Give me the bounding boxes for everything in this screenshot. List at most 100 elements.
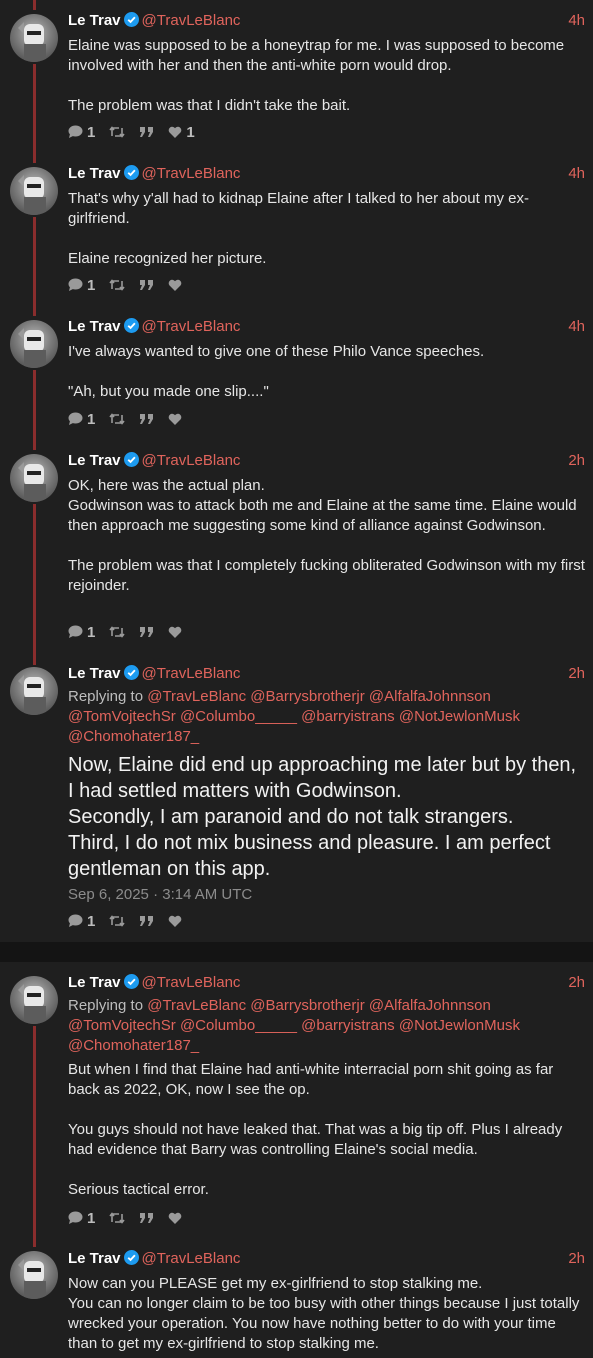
post[interactable]: Le Trav @TravLeBlanc 4h I've always wante…	[0, 306, 593, 440]
author-handle[interactable]: @TravLeBlanc	[142, 318, 241, 335]
author-name[interactable]: Le Trav	[68, 452, 121, 469]
like-button[interactable]	[168, 915, 186, 928]
mention-link[interactable]: @Barrysbrotherjr	[250, 997, 364, 1014]
mention-link[interactable]: @TomVojtechSr	[68, 708, 176, 725]
post-text: Elaine was supposed to be a honeytrap fo…	[68, 37, 565, 114]
mention-link[interactable]: @barryistrans	[301, 1017, 395, 1034]
mention-link[interactable]: @NotJewlonMusk	[399, 708, 520, 725]
verified-icon	[123, 318, 139, 333]
mention-link[interactable]: @TomVojtechSr	[68, 1017, 176, 1034]
author-name[interactable]: Le Trav	[68, 165, 121, 182]
reply-button[interactable]: 1	[68, 624, 95, 641]
author-name[interactable]: Le Trav	[68, 665, 121, 682]
post-actions: 1	[68, 912, 200, 930]
retweet-button[interactable]	[109, 412, 125, 426]
mention-link[interactable]: @TravLeBlanc	[147, 688, 246, 705]
post-time[interactable]: 2h	[568, 451, 585, 471]
post-time[interactable]: 2h	[568, 1249, 585, 1269]
post-actions: 1	[68, 410, 200, 428]
mention-link[interactable]: @Barrysbrotherjr	[250, 688, 364, 705]
mention-link[interactable]: @NotJewlonMusk	[399, 1017, 520, 1034]
quote-icon	[140, 627, 154, 637]
reply-button[interactable]: 1	[68, 277, 95, 294]
quote-button[interactable]	[139, 413, 154, 425]
mention-link[interactable]: @barryistrans	[301, 708, 395, 725]
like-button[interactable]	[168, 1212, 186, 1225]
like-button[interactable]	[168, 413, 186, 426]
author-handle[interactable]: @TravLeBlanc	[142, 974, 241, 991]
reply-button[interactable]: 1	[68, 913, 95, 930]
post-text: Now can you PLEASE get my ex-girlfriend …	[68, 1275, 580, 1352]
post[interactable]: Le Trav @TravLeBlanc 2h OK, here was the …	[0, 440, 593, 653]
quote-button[interactable]	[139, 279, 154, 291]
mention-link[interactable]: @AlfalfaJohnnson	[369, 688, 491, 705]
author-name[interactable]: Le Trav	[68, 974, 121, 991]
avatar[interactable]	[10, 14, 58, 62]
post-time[interactable]: 2h	[568, 973, 585, 993]
heart-icon	[169, 915, 182, 927]
author-handle[interactable]: @TravLeBlanc	[142, 665, 241, 682]
retweet-icon	[109, 1212, 125, 1224]
reply-button[interactable]: 1	[68, 411, 95, 428]
heart-icon	[169, 1212, 182, 1224]
quote-button[interactable]	[139, 915, 154, 927]
reply-button[interactable]: 1	[68, 1210, 95, 1227]
avatar[interactable]	[10, 167, 58, 215]
author-name[interactable]: Le Trav	[68, 1250, 121, 1267]
retweet-button[interactable]	[109, 625, 125, 639]
avatar[interactable]	[10, 1251, 58, 1299]
avatar[interactable]	[10, 667, 58, 715]
like-button[interactable]: 1	[168, 124, 195, 141]
mention-link[interactable]: @Chomohater187_	[68, 1037, 199, 1054]
post-time[interactable]: 2h	[568, 664, 585, 684]
author-name[interactable]: Le Trav	[68, 318, 121, 335]
reply-button[interactable]: 1	[68, 124, 95, 141]
thread-line	[33, 1237, 36, 1247]
post-time[interactable]: 4h	[568, 164, 585, 184]
quote-button[interactable]	[139, 1212, 154, 1224]
thread-line	[33, 653, 36, 665]
author-handle[interactable]: @TravLeBlanc	[142, 165, 241, 182]
author-handle[interactable]: @TravLeBlanc	[142, 12, 241, 29]
verified-icon	[123, 1250, 139, 1265]
mention-link[interactable]: @TravLeBlanc	[147, 997, 246, 1014]
author-name[interactable]: Le Trav	[68, 12, 121, 29]
post-text: Now, Elaine did end up approaching me la…	[68, 754, 577, 880]
replying-to: Replying to @TravLeBlanc @Barrysbrotherj…	[68, 688, 520, 745]
mention-link[interactable]: @Columbo_____	[180, 708, 297, 725]
post[interactable]: Le Trav @TravLeBlanc 2h Now can you PLEAS…	[0, 1237, 593, 1358]
avatar[interactable]	[10, 976, 58, 1024]
author-handle[interactable]: @TravLeBlanc	[142, 452, 241, 469]
main-post[interactable]: Le Trav @TravLeBlanc 2h Replying to @Trav…	[0, 653, 593, 942]
like-button[interactable]	[168, 626, 186, 639]
retweet-icon	[109, 413, 125, 425]
retweet-button[interactable]	[109, 125, 125, 139]
post-time[interactable]: 4h	[568, 11, 585, 31]
comment-icon	[68, 125, 83, 138]
post-text: That's why y'all had to kidnap Elaine af…	[68, 190, 529, 267]
quote-button[interactable]	[139, 126, 154, 138]
quote-icon	[140, 1213, 154, 1223]
post-time[interactable]: 4h	[568, 317, 585, 337]
author-handle[interactable]: @TravLeBlanc	[142, 1250, 241, 1267]
quote-icon	[140, 414, 154, 424]
retweet-button[interactable]	[109, 1211, 125, 1225]
retweet-button[interactable]	[109, 278, 125, 292]
avatar[interactable]	[10, 454, 58, 502]
retweet-button[interactable]	[109, 914, 125, 928]
post-actions: 1	[68, 1209, 200, 1227]
quote-button[interactable]	[139, 626, 154, 638]
mention-link[interactable]: @Chomohater187_	[68, 728, 199, 745]
mention-link[interactable]: @Columbo_____	[180, 1017, 297, 1034]
post[interactable]: Le Trav @TravLeBlanc 4h That's why y'all …	[0, 153, 593, 306]
like-button[interactable]	[168, 279, 186, 292]
section-divider	[0, 942, 593, 962]
post[interactable]: Le Trav @TravLeBlanc 2h Replying to @Trav…	[0, 962, 593, 1237]
post-date[interactable]: Sep 6, 2025 · 3:14 AM UTC	[68, 886, 252, 903]
verified-icon	[123, 974, 139, 989]
thread-line	[33, 0, 36, 10]
mention-link[interactable]: @AlfalfaJohnnson	[369, 997, 491, 1014]
avatar[interactable]	[10, 320, 58, 368]
post[interactable]: Le Trav @TravLeBlanc 4h Elaine was suppos…	[0, 0, 593, 153]
verified-icon	[123, 12, 139, 27]
